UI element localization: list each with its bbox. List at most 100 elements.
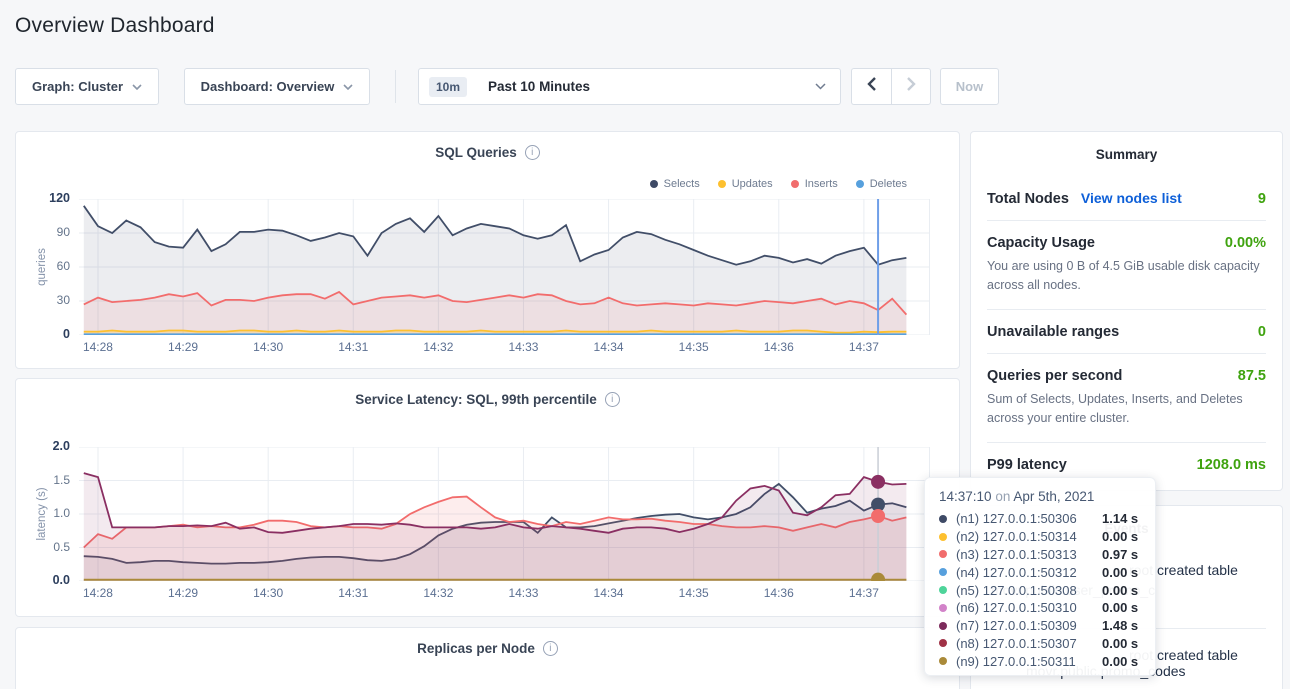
summary-row-unavailable-ranges: Unavailable ranges 0: [987, 309, 1266, 353]
tooltip-row: (n7) 127.0.0.1:503091.48 s: [939, 617, 1141, 635]
tooltip-node-label: (n4) 127.0.0.1:50312: [956, 565, 1102, 580]
overview-dashboard-page: Overview Dashboard Graph: Cluster Dashbo…: [0, 0, 1290, 689]
tooltip-row: (n1) 127.0.0.1:503061.14 s: [939, 510, 1141, 528]
sql-queries-line-chart[interactable]: [79, 199, 930, 335]
tooltip-node-value: 0.00 s: [1102, 600, 1138, 615]
tooltip-node-value: 1.48 s: [1102, 618, 1138, 633]
x-tick: 14:29: [168, 340, 198, 354]
tooltip-node-value: 0.00 s: [1102, 583, 1138, 598]
tooltip-row: (n3) 127.0.0.1:503130.97 s: [939, 546, 1141, 564]
summary-value: 9: [1258, 191, 1266, 207]
x-tick: 14:32: [423, 340, 453, 354]
tooltip-row: (n5) 127.0.0.1:503080.00 s: [939, 581, 1141, 599]
tooltip-node-label: (n2) 127.0.0.1:50314: [956, 529, 1102, 544]
summary-row-total-nodes: Total Nodes View nodes list 9: [987, 176, 1266, 220]
info-icon[interactable]: i: [605, 392, 620, 407]
y-tick: 0.0: [16, 573, 70, 587]
y-tick: 90: [16, 225, 70, 239]
chevron-down-icon: [343, 84, 353, 90]
now-button-label: Now: [956, 79, 983, 94]
x-tick: 14:28: [83, 340, 113, 354]
tooltip-node-label: (n6) 127.0.0.1:50310: [956, 600, 1102, 615]
next-time-button[interactable]: [891, 68, 931, 105]
summary-value: 87.5: [1238, 368, 1266, 384]
time-range-label: Past 10 Minutes: [488, 79, 590, 94]
service-latency-plot[interactable]: [79, 447, 930, 581]
tooltip-node-value: 0.00 s: [1102, 565, 1138, 580]
series-color-dot: [939, 622, 947, 630]
tooltip-row: (n6) 127.0.0.1:503100.00 s: [939, 599, 1141, 617]
x-tick: 14:37: [849, 340, 879, 354]
tooltip-node-value: 0.97 s: [1102, 547, 1138, 562]
legend-item-updates[interactable]: Updates: [718, 178, 773, 190]
tooltip-node-label: (n9) 127.0.0.1:50311: [956, 654, 1102, 669]
x-tick: 14:35: [679, 340, 709, 354]
tooltip-rows: (n1) 127.0.0.1:503061.14 s(n2) 127.0.0.1…: [939, 510, 1141, 670]
summary-card: Summary Total Nodes View nodes list 9 Ca…: [970, 131, 1283, 491]
summary-label: P99 latency: [987, 457, 1067, 473]
tooltip-node-value: 0.00 s: [1102, 636, 1138, 651]
summary-row-queries-per-second: Queries per second 87.5 Sum of Selects, …: [987, 353, 1266, 442]
chevron-down-icon: [132, 84, 142, 90]
summary-label: Total Nodes: [987, 191, 1069, 207]
tooltip-row: (n8) 127.0.0.1:503070.00 s: [939, 635, 1141, 653]
legend-label: Selects: [664, 178, 700, 190]
chart-title-sql-queries: SQL Queries: [435, 145, 517, 160]
time-range-dropdown-button[interactable]: 10m Past 10 Minutes: [418, 68, 841, 105]
y-tick: 0: [16, 327, 70, 341]
info-icon[interactable]: i: [543, 641, 558, 656]
legend-label: Inserts: [805, 178, 838, 190]
series-hover-dot: [871, 509, 885, 523]
sql-queries-plot[interactable]: [79, 199, 930, 335]
tooltip-row: (n4) 127.0.0.1:503120.00 s: [939, 563, 1141, 581]
x-tick: 14:36: [764, 586, 794, 600]
page-title: Overview Dashboard: [15, 14, 215, 38]
dashboard-dropdown-label: Dashboard: Overview: [201, 79, 335, 94]
time-range-badge: 10m: [429, 77, 467, 97]
series-color-dot: [939, 533, 947, 541]
x-tick: 14:37: [849, 586, 879, 600]
legend-dot: [791, 180, 799, 188]
y-tick: 60: [16, 259, 70, 273]
legend-item-inserts[interactable]: Inserts: [791, 178, 838, 190]
x-tick: 14:36: [764, 340, 794, 354]
chevron-down-icon: [815, 83, 826, 90]
graph-dropdown-button[interactable]: Graph: Cluster: [15, 68, 159, 105]
tooltip-node-value: 1.14 s: [1102, 511, 1138, 526]
x-tick: 14:35: [679, 586, 709, 600]
now-button[interactable]: Now: [940, 68, 999, 105]
y-tick: 1.5: [16, 473, 70, 487]
y-axis-ticks: 120 90 60 30 0: [16, 132, 70, 368]
prev-time-button[interactable]: [851, 68, 891, 105]
tooltip-node-value: 0.00 s: [1102, 529, 1138, 544]
view-nodes-list-link[interactable]: View nodes list: [1081, 190, 1182, 206]
x-tick: 14:30: [253, 340, 283, 354]
tooltip-row: (n9) 127.0.0.1:503110.00 s: [939, 652, 1141, 670]
x-tick: 14:32: [423, 586, 453, 600]
chart-title-service-latency: Service Latency: SQL, 99th percentile: [355, 392, 597, 407]
x-tick: 14:33: [508, 340, 538, 354]
y-tick: 2.0: [16, 439, 70, 453]
y-tick: 120: [16, 191, 70, 205]
series-color-dot: [939, 586, 947, 594]
y-tick: 30: [16, 293, 70, 307]
tooltip-timestamp: 14:37:10 on Apr 5th, 2021: [939, 489, 1141, 504]
legend-item-deletes[interactable]: Deletes: [856, 178, 907, 190]
x-tick: 14:34: [594, 340, 624, 354]
chart-legend: Selects Updates Inserts Deletes: [650, 178, 907, 190]
x-tick: 14:28: [83, 586, 113, 600]
info-icon[interactable]: i: [525, 145, 540, 160]
x-tick: 14:34: [594, 586, 624, 600]
summary-value: 1208.0 ms: [1197, 457, 1266, 473]
dashboard-dropdown-button[interactable]: Dashboard: Overview: [184, 68, 370, 105]
graph-dropdown-label: Graph: Cluster: [32, 79, 123, 94]
service-latency-chart-card: Service Latency: SQL, 99th percentile i …: [15, 378, 960, 617]
summary-row-capacity-usage: Capacity Usage 0.00% You are using 0 B o…: [987, 220, 1266, 309]
legend-item-selects[interactable]: Selects: [650, 178, 700, 190]
summary-description: Sum of Selects, Updates, Inserts, and De…: [987, 390, 1266, 429]
legend-label: Updates: [732, 178, 773, 190]
series-color-dot: [939, 550, 947, 558]
x-tick: 14:30: [253, 586, 283, 600]
summary-title: Summary: [987, 132, 1266, 171]
service-latency-line-chart[interactable]: [79, 447, 930, 581]
